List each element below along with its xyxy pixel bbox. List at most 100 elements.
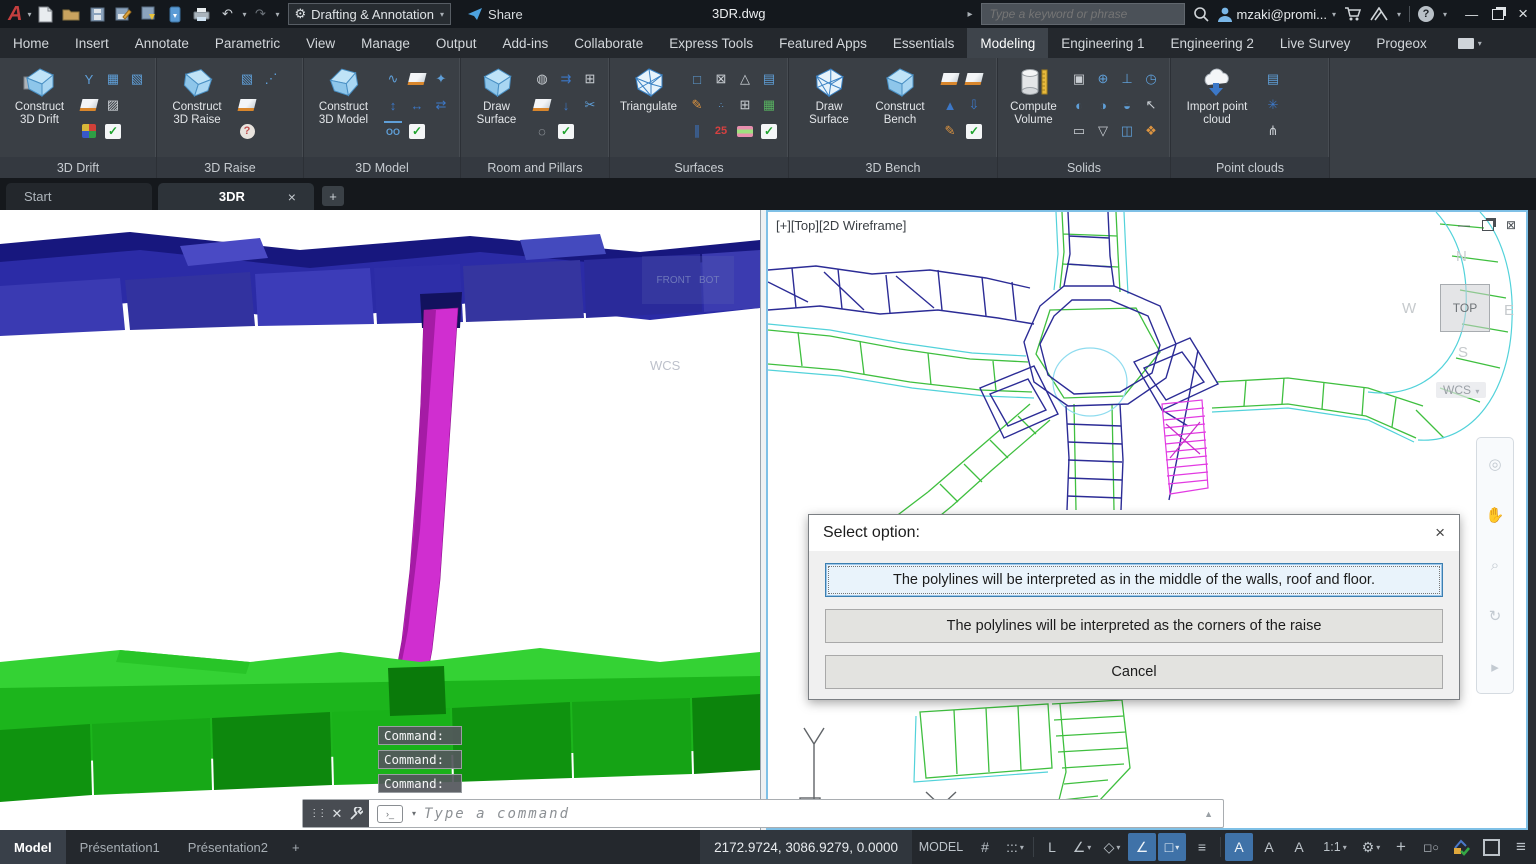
grid-toggle[interactable]: # xyxy=(971,833,999,861)
option-corners-raise-button[interactable]: The polylines will be interpreted as the… xyxy=(825,609,1443,643)
redo-caret-icon[interactable]: ▾ xyxy=(275,10,279,19)
triangulate-button[interactable]: Triangulate xyxy=(617,62,680,152)
new-drawing-tab-button[interactable]: + xyxy=(322,186,344,206)
save-as-icon[interactable] xyxy=(111,3,135,25)
undo-icon[interactable]: ↶ xyxy=(215,3,239,25)
ribbon-tab-featured-apps[interactable]: Featured Apps xyxy=(766,28,880,58)
ribbon-tab-express-tools[interactable]: Express Tools xyxy=(656,28,766,58)
file-tab-start[interactable]: Start xyxy=(6,183,152,210)
copy-solid-icon[interactable]: ▣ xyxy=(1070,70,1088,88)
bench-draw-surface-button[interactable]: Draw Surface xyxy=(796,62,862,152)
project-down-icon[interactable]: ⇩ xyxy=(965,96,983,114)
layer-stack-icon[interactable] xyxy=(737,126,753,137)
compass-icon[interactable]: ◷ xyxy=(1142,70,1160,88)
ribbon-tab-essentials[interactable]: Essentials xyxy=(880,28,968,58)
ribbon-tab-live-survey[interactable]: Live Survey xyxy=(1267,28,1364,58)
ribbon-collapse-button[interactable]: ▾ xyxy=(1458,28,1482,58)
command-expand-icon[interactable]: ▲ xyxy=(1204,809,1213,819)
break-lines-icon[interactable]: ∥ xyxy=(688,122,706,140)
undo-caret-icon[interactable]: ▾ xyxy=(242,10,246,19)
window-close-icon[interactable]: × xyxy=(1518,4,1528,24)
panel-label-3d-model[interactable]: 3D Model xyxy=(304,157,460,178)
isometric-drafting-toggle[interactable]: ◇▾ xyxy=(1098,833,1126,861)
surface-wedge-icon[interactable] xyxy=(533,99,552,111)
measure-horizontal-icon[interactable]: ↔ xyxy=(408,96,426,114)
add-solid-icon[interactable]: ⊕ xyxy=(1094,70,1112,88)
redo-icon[interactable]: ↷ xyxy=(248,3,272,25)
pencil-tool-icon[interactable]: ✎ xyxy=(688,96,706,114)
viewcube-east[interactable]: E xyxy=(1504,302,1514,319)
compute-volume-button[interactable]: Compute Volume xyxy=(1005,62,1062,152)
colored-grid-icon[interactable]: ▦ xyxy=(760,96,778,114)
ribbon-tab-engineering2[interactable]: Engineering 2 xyxy=(1158,28,1267,58)
cone-icon[interactable]: △ xyxy=(736,70,754,88)
layout-tab-model[interactable]: Model xyxy=(0,830,66,864)
command-close-icon[interactable]: ✕ xyxy=(332,806,343,822)
ribbon-tab-parametric[interactable]: Parametric xyxy=(202,28,293,58)
save-to-web-mobile-icon[interactable] xyxy=(137,3,161,25)
surface-wedge-icon[interactable] xyxy=(965,73,984,85)
recent-commands-caret-icon[interactable]: ▾ xyxy=(412,809,416,818)
search-expand-icon[interactable]: ▸ xyxy=(967,9,972,20)
rooms-icon[interactable]: OO xyxy=(384,121,402,141)
save-icon[interactable] xyxy=(85,3,109,25)
polar-tracking-toggle[interactable]: ∠▾ xyxy=(1068,833,1096,861)
cloud-sphere-icon[interactable]: ✳ xyxy=(1264,96,1282,114)
viewcube-west[interactable]: W xyxy=(1402,300,1416,317)
graphics-performance-button[interactable] xyxy=(1447,833,1475,861)
ribbon-tab-progeox[interactable]: Progeox xyxy=(1363,28,1439,58)
zoom-icon[interactable]: ⌕ xyxy=(1491,557,1499,574)
grid-box-icon[interactable]: ⊞ xyxy=(581,70,599,88)
crosshair-button[interactable]: + xyxy=(1387,833,1415,861)
autocad-logo-icon[interactable]: A xyxy=(6,3,24,26)
app-store-cart-icon[interactable] xyxy=(1344,6,1362,22)
left-viewcube[interactable]: FRONT BOT xyxy=(642,256,734,304)
viewcube[interactable]: N W TOP E S WCS ▾ xyxy=(1432,242,1528,402)
layout-tab-presentation2[interactable]: Présentation2 xyxy=(174,830,282,864)
status-menu-button[interactable]: ≡ xyxy=(1507,833,1535,861)
ribbon-tab-output[interactable]: Output xyxy=(423,28,490,58)
cancel-button[interactable]: Cancel xyxy=(825,655,1443,689)
annotation-scale-button[interactable]: A xyxy=(1285,833,1313,861)
panel-label-room-pillars[interactable]: Room and Pillars xyxy=(461,157,609,178)
open-folder-icon[interactable] xyxy=(59,3,83,25)
showmotion-icon[interactable]: ▸ xyxy=(1491,658,1499,676)
command-bar[interactable]: ⋮⋮ ✕ ›_ ▾ Type a command ▲ xyxy=(302,799,1224,828)
ribbon-tab-manage[interactable]: Manage xyxy=(348,28,423,58)
raise-help-icon[interactable]: ? xyxy=(240,124,255,139)
sphere-icon[interactable]: ◍ xyxy=(533,70,551,88)
slice-top-icon[interactable]: ▭ xyxy=(1070,122,1088,140)
funnel-tool-icon[interactable]: Y xyxy=(80,70,98,88)
trim-scissors-icon[interactable]: ✂ xyxy=(581,96,599,114)
cloud-file-icon[interactable]: ▤ xyxy=(1264,70,1282,88)
workspace-selector[interactable]: ⚙ Drafting & Annotation ▾ xyxy=(288,3,452,25)
layout-tab-presentation1[interactable]: Présentation1 xyxy=(66,830,174,864)
object-snap-tracking-toggle[interactable]: ∠ xyxy=(1128,833,1156,861)
measure-width-icon[interactable]: ⇄ xyxy=(432,96,450,114)
intersect-icon[interactable]: ◑ xyxy=(1094,96,1112,114)
axis-icon[interactable]: ✦ xyxy=(432,70,450,88)
cross-box-icon[interactable]: ⊠ xyxy=(712,70,730,88)
construct-bench-button[interactable]: Construct Bench xyxy=(867,62,933,152)
surface-wedge-icon[interactable] xyxy=(408,73,427,85)
construct-3d-model-button[interactable]: Construct 3D Model xyxy=(311,62,376,152)
annotation-visibility-toggle[interactable]: A xyxy=(1225,833,1253,861)
colored-solids-icon[interactable] xyxy=(82,124,96,138)
validate-check-icon[interactable]: ✓ xyxy=(105,124,121,139)
snap-toggle[interactable]: :::▾ xyxy=(1001,833,1029,861)
command-tools-icon[interactable] xyxy=(349,807,363,821)
raise-box-icon[interactable]: ▧ xyxy=(238,70,256,88)
option-middle-walls-button[interactable]: The polylines will be interpreted as in … xyxy=(825,563,1443,597)
viewcube-north[interactable]: N xyxy=(1456,248,1467,265)
panel-label-3d-drift[interactable]: 3D Drift xyxy=(0,157,156,178)
account-menu[interactable]: mzaki@promi... ▾ xyxy=(1217,6,1337,22)
object-snap-toggle[interactable]: □▾ xyxy=(1158,833,1186,861)
help-icon[interactable]: ? xyxy=(1418,6,1434,22)
hatch-surface-icon[interactable]: ▨ xyxy=(104,96,122,114)
window-minimize-icon[interactable]: — xyxy=(1465,7,1478,22)
import-point-cloud-button[interactable]: Import point cloud xyxy=(1178,62,1256,152)
coordinates-readout[interactable]: 2172.9724, 3086.9279, 0.0000 xyxy=(700,830,912,864)
scan-station-icon[interactable]: ⋔ xyxy=(1264,122,1282,140)
isolate-objects-button[interactable]: ◻○ xyxy=(1417,833,1445,861)
panel-label-point-clouds[interactable]: Point clouds xyxy=(1171,157,1329,178)
